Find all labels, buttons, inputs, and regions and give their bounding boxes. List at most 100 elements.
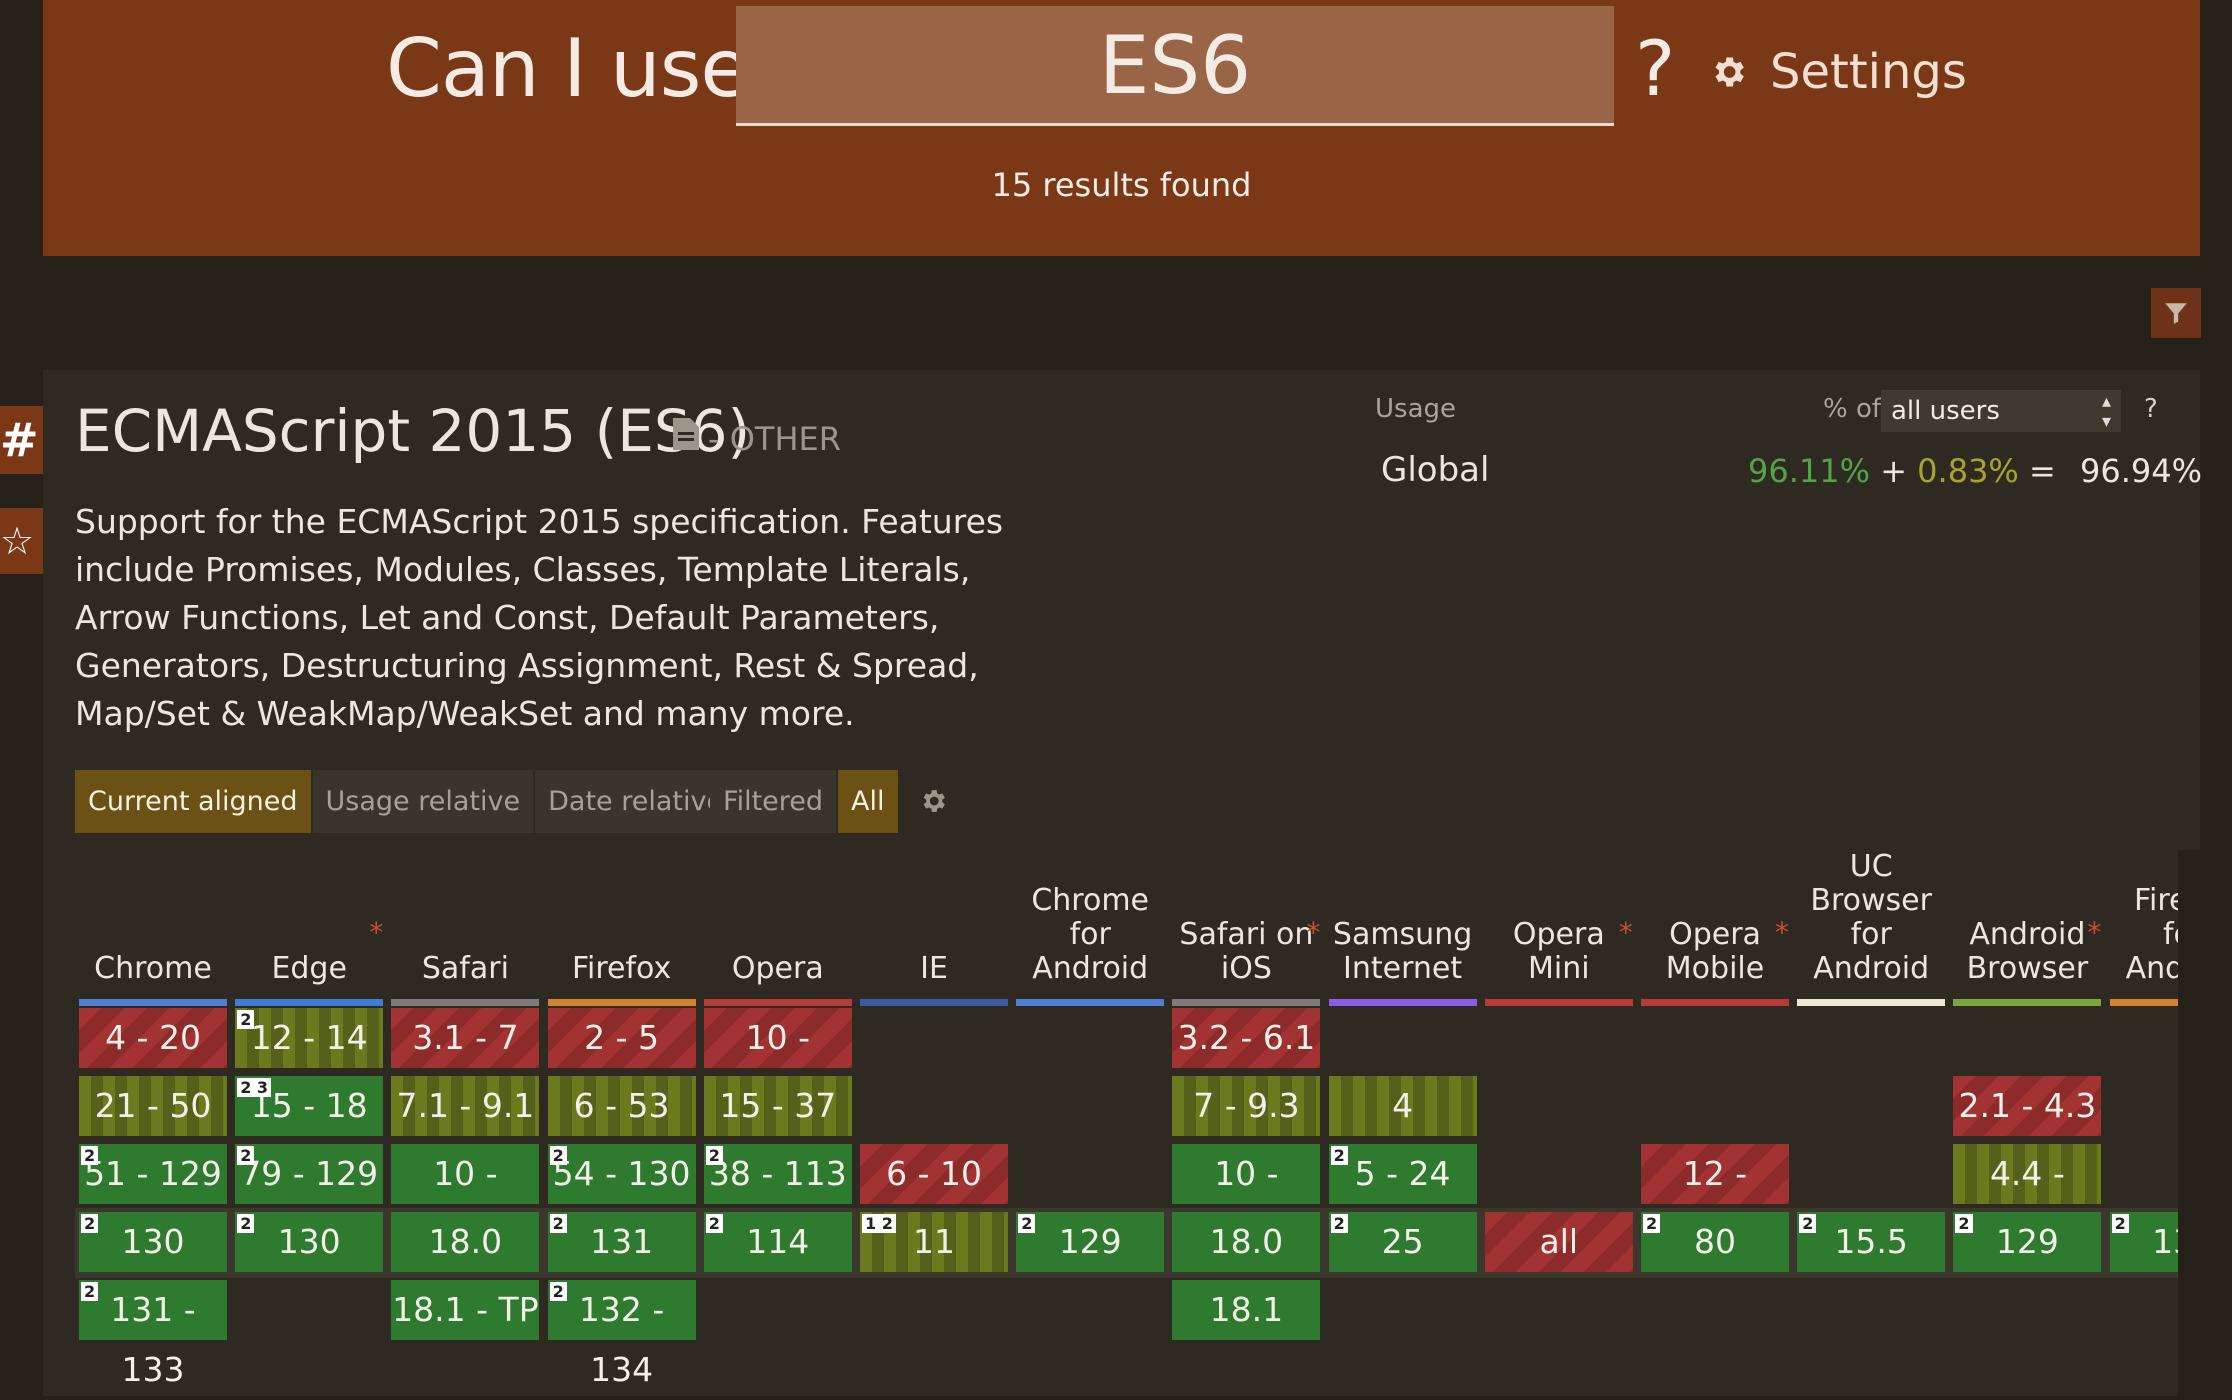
browser-color-bar: [1797, 999, 1946, 1006]
version-range: 18.1: [1209, 1290, 1284, 1329]
support-cell[interactable]: 15 - 18 2 3: [235, 1076, 384, 1136]
version-range: 129: [1995, 1222, 2059, 1261]
support-cell[interactable]: 6 - 10: [860, 1144, 1008, 1204]
support-cell[interactable]: 51 - 129 2: [79, 1144, 227, 1204]
note-badge: 2: [1330, 1214, 1348, 1233]
browser-color-bar: [860, 999, 1008, 1006]
document-icon[interactable]: [673, 418, 699, 450]
support-cell[interactable]: 2 - 5: [547, 1008, 696, 1068]
support-cell[interactable]: 130 2: [79, 1212, 227, 1272]
support-cell[interactable]: 54 - 130 2: [547, 1144, 696, 1204]
version-range: 2.1 - 4.3: [1958, 1086, 2097, 1125]
users-select[interactable]: all users ▴ ▾: [1881, 390, 2121, 432]
note-badge: 2: [81, 1214, 99, 1233]
view-usage-relative-button[interactable]: Usage relative: [312, 770, 534, 833]
table-overflow-mask: [2178, 850, 2232, 1396]
browser-header-chrome-for-android: Chrome for Android: [1016, 850, 1164, 1000]
note-badge: 2 3: [237, 1078, 272, 1097]
filtered-button[interactable]: Filtered: [710, 770, 837, 833]
support-cell[interactable]: 12 - 12.1: [1641, 1144, 1789, 1253]
support-cell[interactable]: all: [1484, 1212, 1633, 1272]
support-cell[interactable]: 15.5 2: [1797, 1212, 1946, 1272]
support-cell[interactable]: 129 2: [1953, 1212, 2102, 1272]
support-cell[interactable]: 18.1 - TP: [391, 1280, 540, 1340]
prefix-asterisk: *: [1618, 916, 1633, 949]
view-current-aligned-button[interactable]: Current aligned: [75, 770, 311, 833]
usage-plus: +: [1880, 452, 1907, 490]
support-cell[interactable]: 18.0: [1172, 1212, 1321, 1272]
browser-name: Android Browser: [1966, 917, 2089, 986]
version-range: 4 - 20: [105, 1018, 201, 1057]
support-cell[interactable]: 80 2: [1641, 1212, 1789, 1272]
support-cell[interactable]: 131 2: [547, 1212, 696, 1272]
percent-of-label: % of: [1823, 394, 1882, 424]
favorite-star-icon[interactable]: ☆: [0, 508, 43, 574]
users-select-value: all users: [1891, 396, 2000, 426]
support-cell[interactable]: 132 - 134 2: [547, 1280, 696, 1389]
search-input[interactable]: ES6: [736, 6, 1614, 126]
support-cell[interactable]: 7 - 9.3: [1172, 1076, 1321, 1136]
version-range: 79 - 129: [240, 1154, 379, 1193]
support-cell[interactable]: 10 - 17.6: [1172, 1144, 1321, 1253]
filter-icon: [2165, 303, 2187, 324]
support-cell[interactable]: 12 - 14 2: [235, 1008, 384, 1068]
filter-button[interactable]: [2151, 288, 2201, 338]
support-cell[interactable]: 7.1 - 9.1: [391, 1076, 540, 1136]
version-range: 3.2 - 6.1: [1177, 1018, 1316, 1057]
browser-header-firefox: Firefox: [548, 850, 696, 1000]
support-cell[interactable]: 4.4 - 4.4.4: [1953, 1144, 2102, 1253]
support-cell[interactable]: 4 - 20: [79, 1008, 227, 1068]
support-cell[interactable]: 131 - 133 2: [79, 1280, 227, 1389]
support-cell[interactable]: 3.1 - 7: [391, 1008, 540, 1068]
version-range: 6 - 10: [886, 1154, 982, 1193]
feature-category[interactable]: - OTHER: [708, 420, 841, 458]
usage-total: 96.94%: [2079, 452, 2202, 490]
site-brand[interactable]: Can I use: [386, 22, 750, 115]
version-range: 7.1 - 9.1: [396, 1086, 535, 1125]
browser-name: UC Browser for Android: [1810, 849, 1932, 986]
support-cell[interactable]: 10 - 12.1: [703, 1008, 852, 1117]
browser-header-samsung-internet: Samsung Internet: [1329, 850, 1477, 1000]
browser-name: Safari on iOS: [1179, 917, 1314, 986]
support-cell[interactable]: 6 - 53: [547, 1076, 696, 1136]
support-cell[interactable]: 79 - 129 2: [235, 1144, 384, 1204]
support-cell[interactable]: 21 - 50: [79, 1076, 227, 1136]
version-range: 18.0: [428, 1222, 503, 1261]
note-badge: 2: [549, 1282, 567, 1301]
settings-button[interactable]: Settings: [1708, 44, 1967, 100]
table-settings-gear-icon[interactable]: [918, 786, 948, 816]
support-cell[interactable]: 18.1: [1172, 1280, 1321, 1340]
support-cell[interactable]: 38 - 113 2: [703, 1144, 852, 1204]
browser-name: Chrome for Android: [1031, 883, 1150, 986]
support-cell[interactable]: 25 2: [1328, 1212, 1477, 1272]
prefix-asterisk: *: [2087, 916, 2102, 949]
note-badge: 2: [2111, 1214, 2129, 1233]
browser-header-safari: Safari: [391, 850, 539, 1000]
browser-color-bar: [547, 999, 696, 1006]
version-range: 38 - 113: [708, 1154, 847, 1193]
usage-help-link[interactable]: ?: [2144, 394, 2158, 424]
support-cell[interactable]: 114 2: [703, 1212, 852, 1272]
help-link[interactable]: ?: [1635, 24, 1675, 113]
support-cell[interactable]: 15 - 37: [703, 1076, 852, 1136]
support-cell[interactable]: 11 1 2: [860, 1212, 1008, 1272]
support-cell[interactable]: 130 2: [235, 1212, 384, 1272]
view-date-relative-button[interactable]: Date relative: [535, 770, 737, 833]
results-count: 15 results found: [991, 166, 1252, 204]
anchor-link[interactable]: #: [0, 406, 43, 474]
all-button[interactable]: All: [838, 770, 898, 833]
version-range: 80: [1694, 1222, 1736, 1261]
version-range: 18.0: [1209, 1222, 1284, 1261]
support-cell[interactable]: 10 - 17.6: [391, 1144, 540, 1253]
support-cell[interactable]: 2.1 - 4.3: [1953, 1076, 2102, 1136]
support-cell[interactable]: 3.2 - 6.1: [1172, 1008, 1321, 1068]
support-cell[interactable]: 5 - 24 2: [1328, 1144, 1477, 1204]
browser-header-android-browser: Android Browser *: [1953, 850, 2102, 1000]
support-cell[interactable]: 18.0: [391, 1212, 540, 1272]
version-range: 130: [277, 1222, 341, 1261]
support-cell[interactable]: 129 2: [1016, 1212, 1165, 1272]
note-badge: 2: [237, 1146, 255, 1165]
settings-label: Settings: [1770, 44, 1967, 100]
note-badge: 2: [705, 1146, 723, 1165]
support-cell[interactable]: 4: [1328, 1076, 1477, 1136]
